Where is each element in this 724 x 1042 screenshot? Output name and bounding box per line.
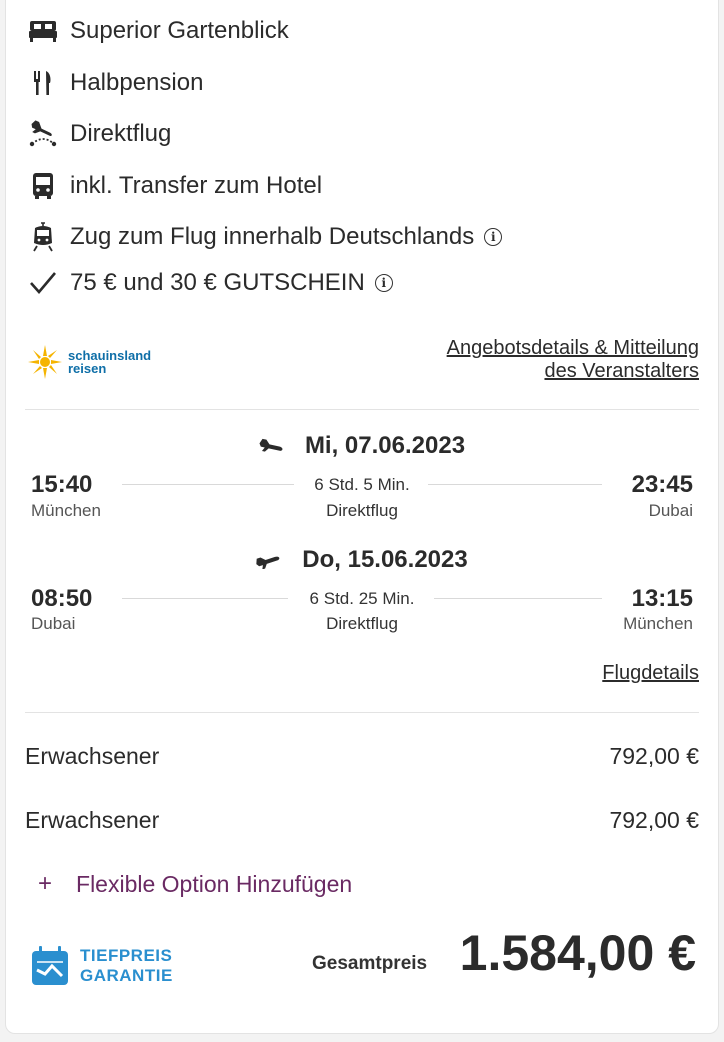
logo-text-line2: reisen: [68, 361, 107, 376]
feature-transfer: inkl. Transfer zum Hotel: [28, 171, 322, 201]
outbound-type: Direktflug: [326, 501, 398, 520]
info-icon[interactable]: i: [374, 274, 393, 292]
return-arr-time: 13:15: [631, 585, 693, 612]
bus-icon: [28, 171, 58, 201]
divider: [25, 712, 699, 713]
traveller-row: Erwachsener 792,00 €: [25, 807, 699, 834]
plane-arrival-icon: [256, 551, 282, 569]
return-date: Do, 15.06.2023: [0, 546, 724, 574]
calendar-guarantee-icon: [32, 946, 68, 985]
feature-room: Superior Gartenblick: [28, 16, 289, 46]
feature-label: Direktflug: [70, 120, 172, 147]
feature-voucher: 75 € und 30 € GUTSCHEIN i: [28, 268, 393, 298]
feature-label: Halbpension: [70, 69, 204, 96]
traveller-label: Erwachsener: [25, 743, 160, 769]
sun-icon: [28, 345, 62, 379]
lowest-price-guarantee-badge: TIEFPREIS GARANTIE: [28, 944, 173, 988]
train-icon: [28, 222, 58, 252]
feature-train: Zug zum Flug innerhalb Deutschlands i: [28, 222, 503, 252]
feature-label: Zug zum Flug innerhalb Deutschlands: [70, 223, 475, 250]
total-price: 1.584,00 €: [459, 925, 696, 981]
outbound-duration: 6 Std. 5 Min.: [314, 475, 410, 494]
feature-label: inkl. Transfer zum Hotel: [70, 172, 323, 199]
feature-flight: Direktflug: [28, 119, 171, 149]
feature-label: 75 € und 30 € GUTSCHEIN: [70, 269, 365, 296]
badge-line2: GARANTIE: [80, 966, 173, 985]
outbound-date-text: Mi, 07.06.2023: [304, 432, 466, 459]
offer-details-link[interactable]: Angebotsdetails & Mitteilung des Veranst…: [447, 337, 699, 383]
badge-line1: TIEFPREIS: [80, 946, 173, 965]
outbound-arr-city: Dubai: [648, 501, 693, 520]
bed-icon: [28, 16, 58, 46]
return-type: Direktflug: [326, 614, 398, 633]
outbound-arr-time: 23:45: [631, 471, 693, 498]
offer-details-link-line2[interactable]: des Veranstalters: [447, 360, 699, 383]
operator-logo: schauinsland reisen: [28, 345, 151, 379]
feature-board: Halbpension: [28, 68, 203, 98]
return-arr-city: München: [623, 614, 693, 633]
direct-flight-icon: [28, 119, 58, 149]
traveller-price: 792,00 €: [609, 807, 699, 833]
checkmark-icon: [28, 268, 58, 298]
plus-icon[interactable]: +: [38, 870, 52, 898]
traveller-row: Erwachsener 792,00 €: [25, 743, 699, 770]
plane-departure-icon: [259, 437, 285, 455]
return-duration: 6 Std. 25 Min.: [309, 589, 415, 608]
flight-details-link[interactable]: Flugdetails: [602, 662, 699, 685]
flexible-option-label[interactable]: Flexible Option Hinzufügen: [76, 871, 352, 898]
feature-label: Superior Gartenblick: [70, 17, 289, 44]
traveller-price: 792,00 €: [609, 743, 699, 769]
total-price-label: Gesamtpreis: [312, 953, 428, 974]
return-date-text: Do, 15.06.2023: [302, 546, 468, 573]
traveller-label: Erwachsener: [25, 807, 160, 833]
cutlery-icon: [28, 68, 58, 98]
outbound-date: Mi, 07.06.2023: [0, 432, 724, 460]
divider: [25, 409, 699, 410]
offer-details-link-line1[interactable]: Angebotsdetails & Mitteilung: [447, 337, 699, 360]
add-flexible-option-button[interactable]: + Flexible Option Hinzufügen: [38, 870, 352, 898]
info-icon[interactable]: i: [484, 228, 503, 246]
